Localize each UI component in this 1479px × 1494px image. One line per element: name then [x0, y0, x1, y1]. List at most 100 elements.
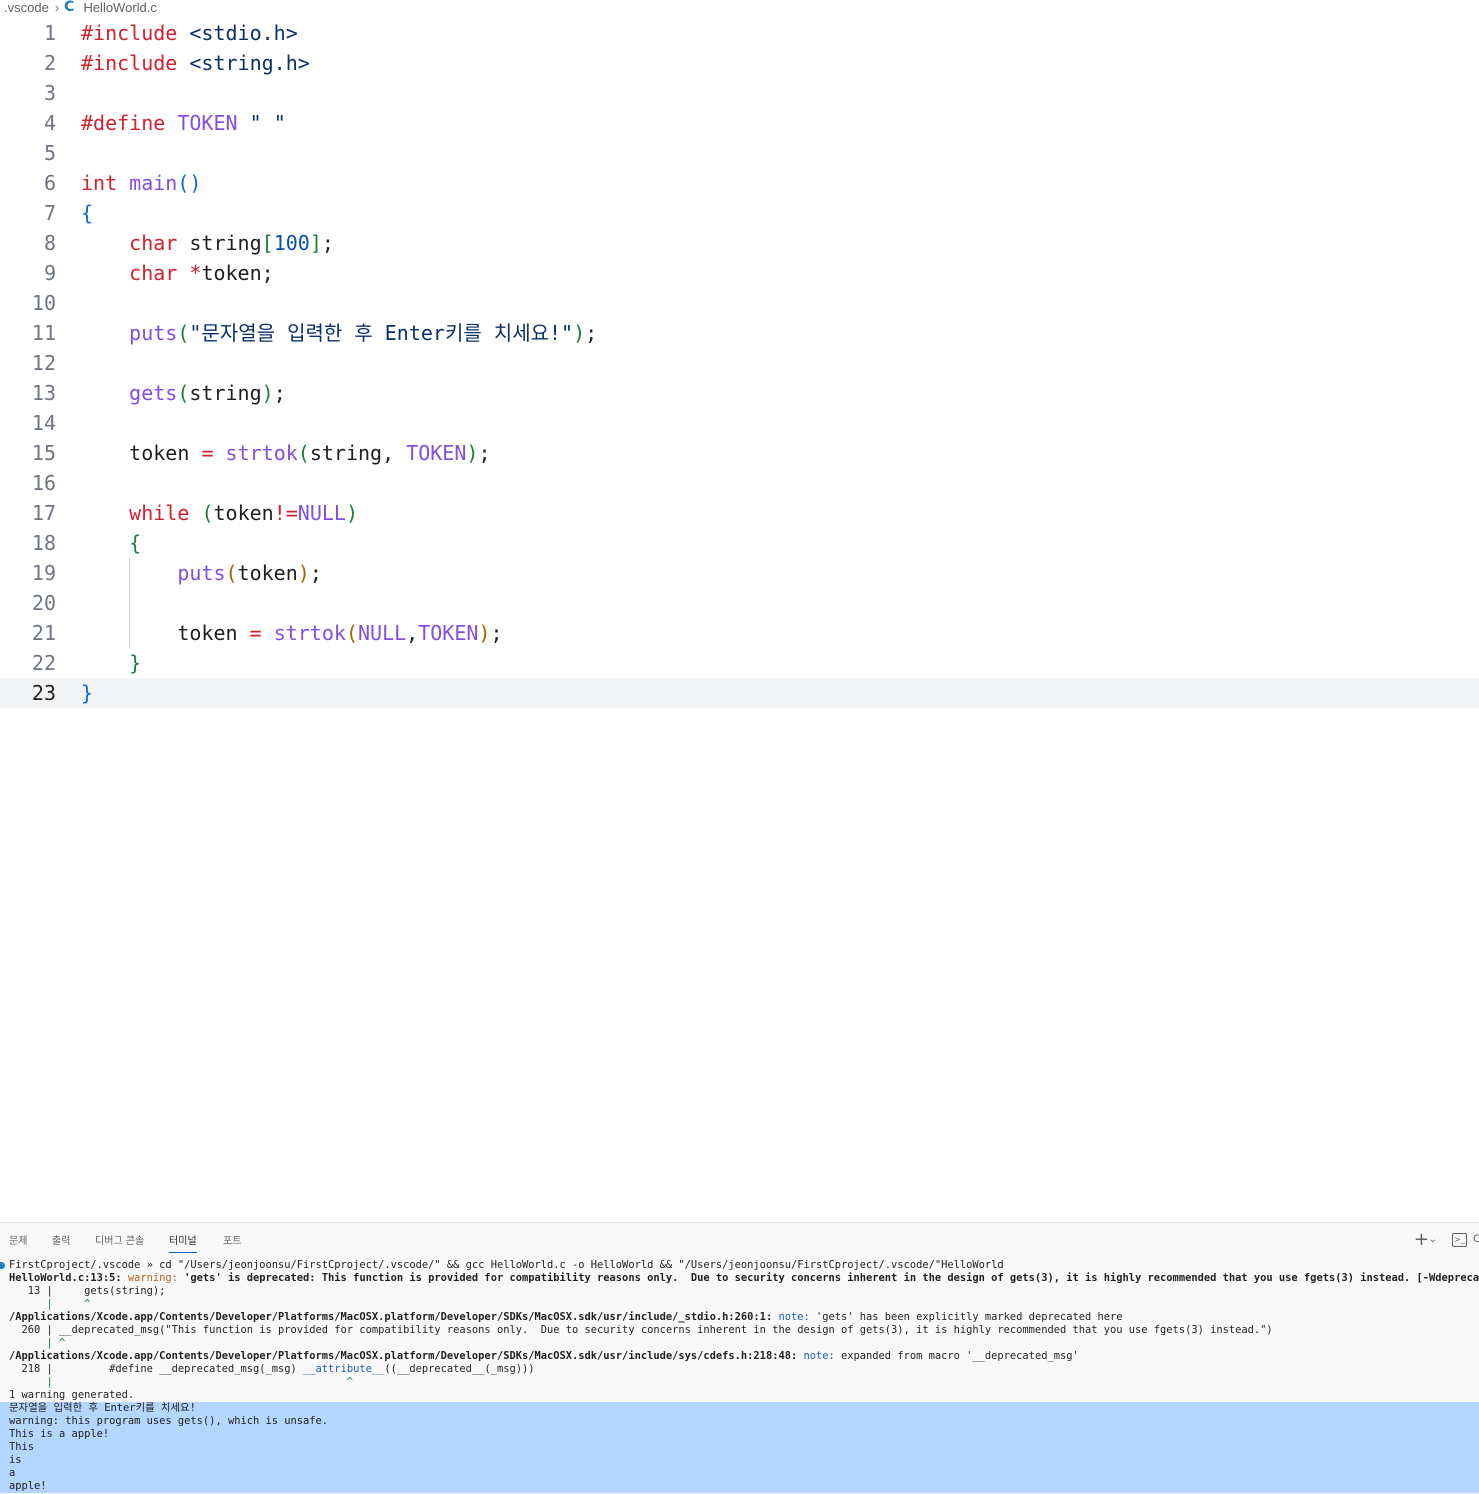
- identifier: string: [189, 381, 262, 405]
- operator: =: [249, 621, 262, 645]
- terminal-line: a: [9, 1467, 16, 1479]
- line-number: 19: [31, 561, 56, 585]
- operator: =: [201, 441, 214, 465]
- code-line[interactable]: 13 gets(string);: [0, 378, 1479, 408]
- line-number: 10: [31, 291, 56, 315]
- function-name: gets: [129, 381, 178, 405]
- code-line[interactable]: 14: [0, 408, 1479, 438]
- operator: !=: [273, 501, 298, 525]
- identifier: token: [201, 261, 262, 285]
- line-number: 14: [31, 411, 56, 435]
- code-line[interactable]: 10: [0, 288, 1479, 318]
- code-line[interactable]: 6 int main(): [0, 168, 1479, 198]
- include-directive: #include: [81, 51, 178, 75]
- identifier: string: [189, 231, 262, 255]
- line-number: 5: [43, 141, 56, 165]
- line-number: 6: [43, 171, 56, 195]
- tab-problems[interactable]: 문제: [9, 1235, 27, 1249]
- code-line[interactable]: 20: [0, 588, 1479, 618]
- line-number: 20: [31, 591, 56, 615]
- chevron-right-icon: ›: [54, 0, 60, 15]
- line-number: 22: [31, 651, 56, 675]
- chevron-down-icon[interactable]: ⌄: [1429, 1234, 1437, 1245]
- code-line[interactable]: 16: [0, 468, 1479, 498]
- terminal-icon[interactable]: >_: [1452, 1233, 1467, 1247]
- function-name: puts: [177, 561, 226, 585]
- code-line[interactable]: 11 puts("문자열을 입력한 후 Enter키를 치세요!");: [0, 318, 1479, 348]
- code-line[interactable]: 15 token = strtok(string, TOKEN);: [0, 438, 1479, 468]
- line-number: 23: [31, 681, 56, 705]
- line-number: 18: [31, 531, 56, 555]
- string-literal: "문자열을 입력한 후 Enter키를 치세요!": [189, 321, 574, 345]
- line-number: 4: [43, 111, 56, 135]
- identifier: token: [177, 621, 238, 645]
- code-line[interactable]: 19 puts(token);: [0, 558, 1479, 588]
- code-line[interactable]: 12: [0, 348, 1479, 378]
- code-line[interactable]: 17 while (token!=NULL): [0, 498, 1479, 528]
- macro-name: TOKEN: [406, 441, 467, 465]
- terminal-line: 1 warning generated.: [9, 1389, 135, 1401]
- terminal-line: | ^: [9, 1337, 66, 1349]
- tab-ports[interactable]: 포트: [223, 1235, 241, 1249]
- code-line[interactable]: 9 char *token;: [0, 258, 1479, 288]
- line-number: 3: [43, 81, 56, 105]
- command-decoration-icon[interactable]: [0, 1262, 5, 1269]
- line-number: 17: [31, 501, 56, 525]
- identifier: token: [129, 441, 190, 465]
- line-number: 1: [43, 21, 56, 45]
- line-number: 21: [31, 621, 56, 645]
- code-editor[interactable]: 1 #include <stdio.h> 2 #include <string.h>…: [0, 18, 1479, 1218]
- code-line-current[interactable]: 23}: [0, 678, 1479, 708]
- terminal-label: C: [1473, 1233, 1479, 1245]
- line-number: 2: [43, 51, 56, 75]
- terminal-line: apple!: [9, 1480, 47, 1492]
- tab-output[interactable]: 출력: [52, 1235, 70, 1249]
- terminal-line: | ^: [9, 1376, 354, 1388]
- code-line[interactable]: 7{: [0, 198, 1479, 228]
- macro-name: TOKEN: [418, 621, 479, 645]
- terminal-line: | ^: [9, 1298, 91, 1310]
- terminal-line: 13 | gets(string);: [9, 1285, 166, 1297]
- code-line[interactable]: 21 token = strtok(NULL,TOKEN);: [0, 618, 1479, 648]
- terminal-line: warning: this program uses gets(), which…: [9, 1415, 329, 1427]
- code-line[interactable]: 4 #define TOKEN " ": [0, 108, 1479, 138]
- code-line[interactable]: 2 #include <string.h>: [0, 48, 1479, 78]
- code-line[interactable]: 1 #include <stdio.h>: [0, 18, 1479, 48]
- code-line[interactable]: 8 char string[100];: [0, 228, 1479, 258]
- c-file-icon: C: [64, 0, 75, 15]
- line-number: 13: [31, 381, 56, 405]
- function-name: strtok: [273, 621, 346, 645]
- function-name: strtok: [225, 441, 298, 465]
- new-terminal-icon[interactable]: +: [1414, 1231, 1429, 1249]
- terminal-line: /Applications/Xcode.app/Contents/Develop…: [9, 1311, 1123, 1323]
- breadcrumb-folder[interactable]: .vscode: [4, 0, 49, 15]
- identifier: token: [213, 501, 274, 525]
- line-number: 9: [43, 261, 56, 285]
- terminal-line: This: [9, 1441, 35, 1453]
- code-line[interactable]: 3: [0, 78, 1479, 108]
- operator: *: [189, 261, 202, 285]
- macro-name: NULL: [297, 501, 346, 525]
- code-line[interactable]: 22 }: [0, 648, 1479, 678]
- terminal-output[interactable]: FirstCproject/.vscode » cd "/Users/jeonj…: [0, 1259, 1479, 1494]
- function-name: main: [129, 171, 178, 195]
- tab-debug-console[interactable]: 디버그 콘솔: [95, 1235, 144, 1249]
- breadcrumb-file[interactable]: HelloWorld.c: [83, 0, 156, 15]
- panel-toolbar: + ⌄ >_ C: [1399, 1231, 1479, 1251]
- control-keyword: while: [129, 501, 190, 525]
- tab-terminal[interactable]: 터미널: [169, 1235, 197, 1253]
- code-line[interactable]: 5: [0, 138, 1479, 168]
- terminal-line: HelloWorld.c:13:5: warning: 'gets' is de…: [9, 1272, 1479, 1284]
- line-number: 15: [31, 441, 56, 465]
- define-directive: #define: [81, 111, 166, 135]
- terminal-selection[interactable]: 문자열을 입력한 후 Enter키를 치세요! warning: this pr…: [0, 1402, 1479, 1493]
- code-line[interactable]: 18 {: [0, 528, 1479, 558]
- number-literal: 100: [273, 231, 310, 255]
- string-literal: " ": [249, 111, 286, 135]
- terminal-line: 260 | __deprecated_msg("This function is…: [9, 1324, 1273, 1336]
- terminal-line: /Applications/Xcode.app/Contents/Develop…: [9, 1350, 1079, 1362]
- terminal-line: is: [9, 1454, 22, 1466]
- type-keyword: int: [81, 171, 118, 195]
- macro-name: TOKEN: [177, 111, 238, 135]
- function-name: puts: [129, 321, 178, 345]
